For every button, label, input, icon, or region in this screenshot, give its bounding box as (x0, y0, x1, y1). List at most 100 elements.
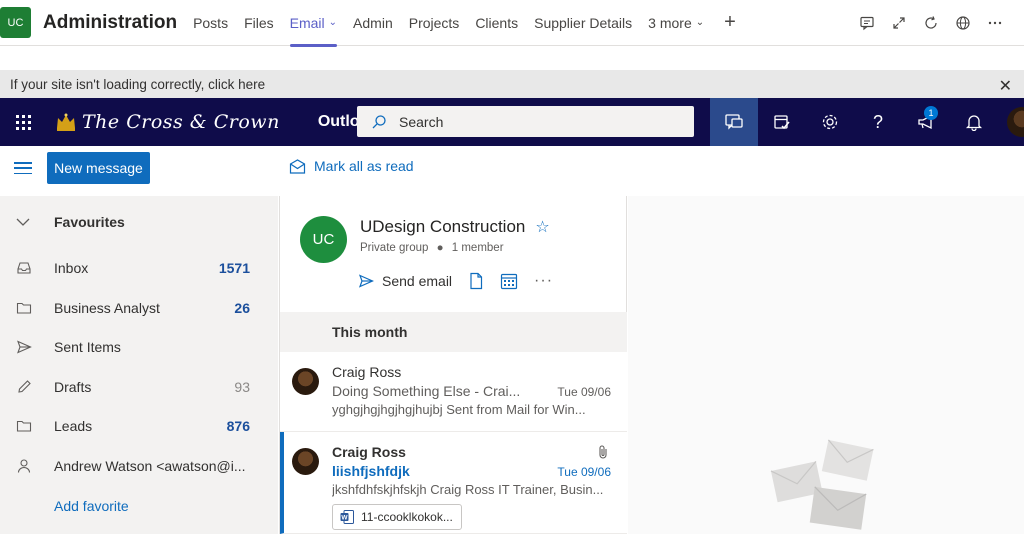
reading-pane (628, 196, 1024, 534)
search-placeholder: Search (399, 113, 444, 130)
send-email-label: Send email (382, 273, 453, 289)
message-subject: Doing Something Else - Crai... (332, 383, 521, 399)
conversation-icon[interactable] (858, 14, 876, 32)
outlook-suite-bar: The Cross & Crown Outlook Search ? 1 (0, 98, 1024, 146)
tab-email[interactable]: Email ⌄ (282, 0, 345, 47)
group-name-text[interactable]: UDesign Construction (360, 217, 525, 237)
favourites-header[interactable]: Favourites (16, 214, 125, 230)
message-list: UC UDesign Construction ☆ Private group … (279, 196, 627, 534)
folder-icon (16, 302, 32, 314)
folder-person-andrew-watson[interactable]: Andrew Watson <awatson@i... (16, 446, 266, 486)
account-button[interactable] (998, 98, 1024, 146)
chevron-down-icon: ⌄ (328, 17, 338, 28)
person-icon (17, 459, 31, 473)
avatar (292, 368, 319, 395)
svg-text:W: W (341, 515, 348, 522)
tab-clients[interactable]: Clients (467, 0, 526, 46)
folder-name: Inbox (54, 260, 89, 276)
chat-button[interactable] (710, 98, 758, 146)
attachment-chip[interactable]: W 11-ccooklkokok... (332, 504, 462, 530)
add-favorite-link[interactable]: Add favorite (54, 498, 129, 514)
message-preview: yghgjhgjhgjhgjhujbj Sent from Mail for W… (332, 402, 586, 417)
team-avatar: UC (0, 7, 31, 38)
header-actions (858, 0, 1004, 46)
expand-icon[interactable] (890, 14, 908, 32)
group-privacy: Private group (360, 242, 429, 254)
avatar (292, 448, 319, 475)
message-date: Tue 09/06 (557, 385, 611, 399)
tab-posts[interactable]: Posts (185, 0, 236, 46)
folder-name: Andrew Watson <awatson@i... (54, 458, 246, 474)
list-item-selected[interactable]: Craig Ross liishfjshfdjk Tue 09/06 jkshf… (280, 432, 627, 534)
site-notice-bar[interactable]: If your site isn't loading correctly, cl… (0, 70, 1024, 98)
brand-text: The Cross & Crown (82, 111, 280, 133)
group-actions: Send email ··· (358, 272, 569, 290)
mark-all-read-label: Mark all as read (314, 158, 414, 174)
whats-new-button[interactable]: 1 (902, 98, 950, 146)
unread-count: 1571 (218, 260, 250, 276)
team-name: Administration (43, 11, 178, 33)
close-icon[interactable]: ✕ (999, 76, 1012, 96)
chevron-down-icon: ⌄ (695, 17, 705, 28)
calendar-check-icon (774, 115, 790, 130)
refresh-icon[interactable] (922, 14, 940, 32)
folder-name: Drafts (54, 379, 92, 395)
suite-actions: ? 1 (710, 98, 1024, 146)
folder-sent-items[interactable]: Sent Items (16, 327, 266, 367)
settings-button[interactable] (806, 98, 854, 146)
envelope-open-icon (289, 158, 306, 174)
more-icon: ··· (534, 272, 554, 289)
more-actions-button[interactable]: ··· (534, 272, 553, 290)
group-files-button[interactable] (468, 272, 484, 290)
group-members[interactable]: 1 member (452, 242, 504, 254)
brand-logo[interactable]: The Cross & Crown (54, 110, 280, 134)
my-day-button[interactable] (758, 98, 806, 146)
site-notice-text[interactable]: If your site isn't loading correctly, cl… (10, 77, 265, 92)
tab-files[interactable]: Files (236, 0, 282, 46)
tab-admin[interactable]: Admin (345, 0, 401, 46)
group-calendar-button[interactable] (500, 272, 518, 290)
avatar (1007, 107, 1024, 137)
draft-count: 93 (234, 379, 250, 395)
unread-count: 876 (226, 418, 250, 434)
mark-all-read-button[interactable]: Mark all as read (289, 158, 414, 174)
new-message-button[interactable]: New message (47, 152, 150, 184)
gear-icon (822, 114, 838, 130)
folder-inbox[interactable]: Inbox 1571 (16, 248, 266, 288)
separator-dot: ● (436, 242, 444, 254)
hamburger-menu-icon[interactable] (14, 160, 32, 176)
section-header: This month (280, 312, 627, 352)
search-input[interactable]: Search (357, 106, 694, 137)
folder-leads[interactable]: Leads 876 (16, 406, 266, 446)
tab-supplier-details[interactable]: Supplier Details (526, 0, 640, 46)
folder-name: Leads (54, 418, 93, 434)
more-icon[interactable] (986, 14, 1004, 32)
word-document-icon: W (340, 510, 354, 524)
search-icon (372, 114, 386, 128)
attachment-name: 11-ccooklkokok... (361, 510, 453, 524)
group-meta: Private group ● 1 member (360, 242, 504, 254)
folder-name: Sent Items (54, 339, 121, 355)
app-launcher-icon[interactable] (0, 98, 46, 146)
globe-icon[interactable] (954, 14, 972, 32)
send-email-button[interactable]: Send email (358, 273, 452, 289)
add-tab-plus-icon[interactable]: + (724, 11, 736, 34)
help-button[interactable]: ? (854, 98, 902, 146)
favourites-label: Favourites (54, 214, 125, 230)
crown-crest-icon (57, 113, 75, 131)
unread-count: 26 (234, 300, 250, 316)
folder-icon (16, 420, 32, 432)
folder-drafts[interactable]: Drafts 93 (16, 367, 266, 407)
message-subject: liishfjshfdjk (332, 463, 410, 479)
paperclip-icon (599, 445, 607, 459)
tab-projects[interactable]: Projects (401, 0, 468, 46)
star-icon[interactable]: ☆ (535, 217, 549, 237)
list-item[interactable]: Craig Ross Doing Something Else - Crai..… (280, 352, 627, 432)
message-date: Tue 09/06 (557, 465, 611, 479)
folder-business-analyst[interactable]: Business Analyst 26 (16, 288, 266, 328)
send-icon (17, 340, 32, 354)
group-name: UDesign Construction ☆ (360, 217, 550, 237)
notifications-button[interactable] (950, 98, 998, 146)
tab-more[interactable]: 3 more ⌄ (640, 0, 712, 46)
teams-header: UC Administration Posts Files Email ⌄ Adm… (0, 0, 1024, 47)
